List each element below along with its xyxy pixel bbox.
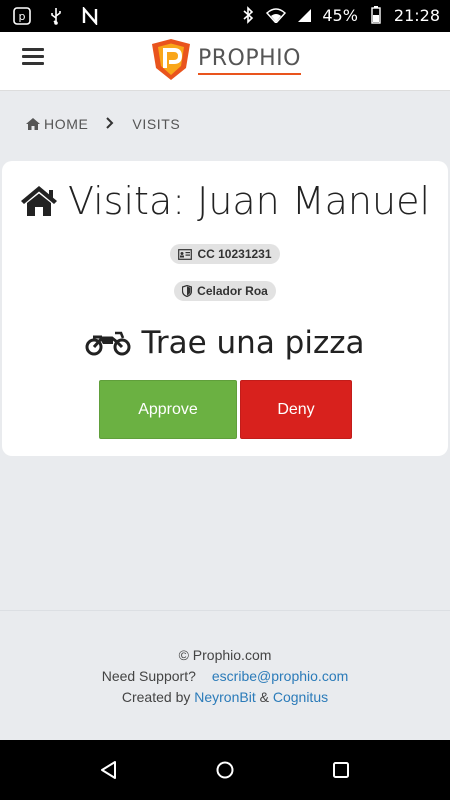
id-number: CC 10231231 — [197, 247, 272, 261]
home-icon — [20, 186, 57, 216]
status-bar: p 45% 21:28 — [0, 0, 450, 32]
bluetooth-icon — [238, 5, 258, 25]
breadcrumb: HOME VISITS — [26, 116, 180, 132]
guard-chip-row: Celador Roa — [2, 281, 448, 302]
approve-button[interactable]: Approve — [99, 380, 237, 439]
breadcrumb-home-label: HOME — [44, 116, 89, 132]
wifi-icon — [266, 5, 287, 25]
footer-support-row: Need Support? escribe@prophio.com — [0, 666, 450, 687]
app-notification-icon: p — [12, 6, 32, 26]
support-label: Need Support? — [101, 668, 196, 684]
system-nav-bar — [0, 740, 450, 800]
shield-icon — [182, 285, 193, 297]
ampersand: & — [259, 689, 269, 705]
guard-name: Celador Roa — [197, 284, 268, 298]
breadcrumb-home[interactable]: HOME — [26, 116, 88, 132]
clock: 21:28 — [393, 5, 440, 25]
id-chip-row: CC 10231231 — [2, 244, 448, 265]
guard-badge: Celador Roa — [174, 281, 276, 301]
usb-icon — [46, 6, 66, 26]
recents-icon[interactable] — [331, 760, 351, 780]
id-badge: CC 10231231 — [170, 244, 280, 264]
brand-logo[interactable]: PROPHIO — [148, 38, 301, 82]
battery-icon — [366, 5, 386, 25]
neyronbit-link[interactable]: NeyronBit — [194, 689, 255, 705]
visit-reason: Trae una pizza — [141, 325, 365, 361]
created-by-label: Created by — [121, 689, 191, 705]
home-icon — [26, 118, 40, 130]
footer-credits: Created by NeyronBit & Cognitus — [0, 687, 450, 708]
chevron-right-icon — [106, 116, 114, 132]
cognitus-link[interactable]: Cognitus — [273, 689, 328, 705]
visit-reason-row: Trae una pizza — [2, 325, 448, 365]
prophio-logo-icon — [152, 39, 190, 80]
battery-level: 45% — [322, 5, 358, 25]
breadcrumb-current: VISITS — [132, 116, 181, 132]
back-icon[interactable] — [99, 760, 119, 780]
page-title: Visita: Juan Manuel — [67, 179, 431, 223]
n-notification-icon — [80, 6, 100, 26]
deny-button[interactable]: Deny — [240, 380, 352, 439]
hamburger-icon[interactable] — [22, 48, 44, 68]
visit-title-row: Visita: Juan Manuel — [2, 179, 448, 226]
signal-icon — [294, 5, 314, 25]
support-email-link[interactable]: escribe@prophio.com — [212, 668, 348, 684]
visit-card: Visita: Juan Manuel CC 10231231 Celador … — [2, 161, 448, 456]
footer-divider — [0, 610, 450, 611]
footer-copyright: © Prophio.com — [178, 647, 272, 663]
brand-name: PROPHIO — [198, 46, 301, 75]
motorcycle-icon — [85, 331, 131, 356]
svg-text:p: p — [19, 10, 26, 23]
top-navbar: PROPHIO — [0, 32, 450, 91]
footer: © Prophio.com Need Support? escribe@proph… — [0, 645, 450, 708]
id-card-icon — [178, 248, 193, 260]
home-button-icon[interactable] — [215, 760, 235, 780]
